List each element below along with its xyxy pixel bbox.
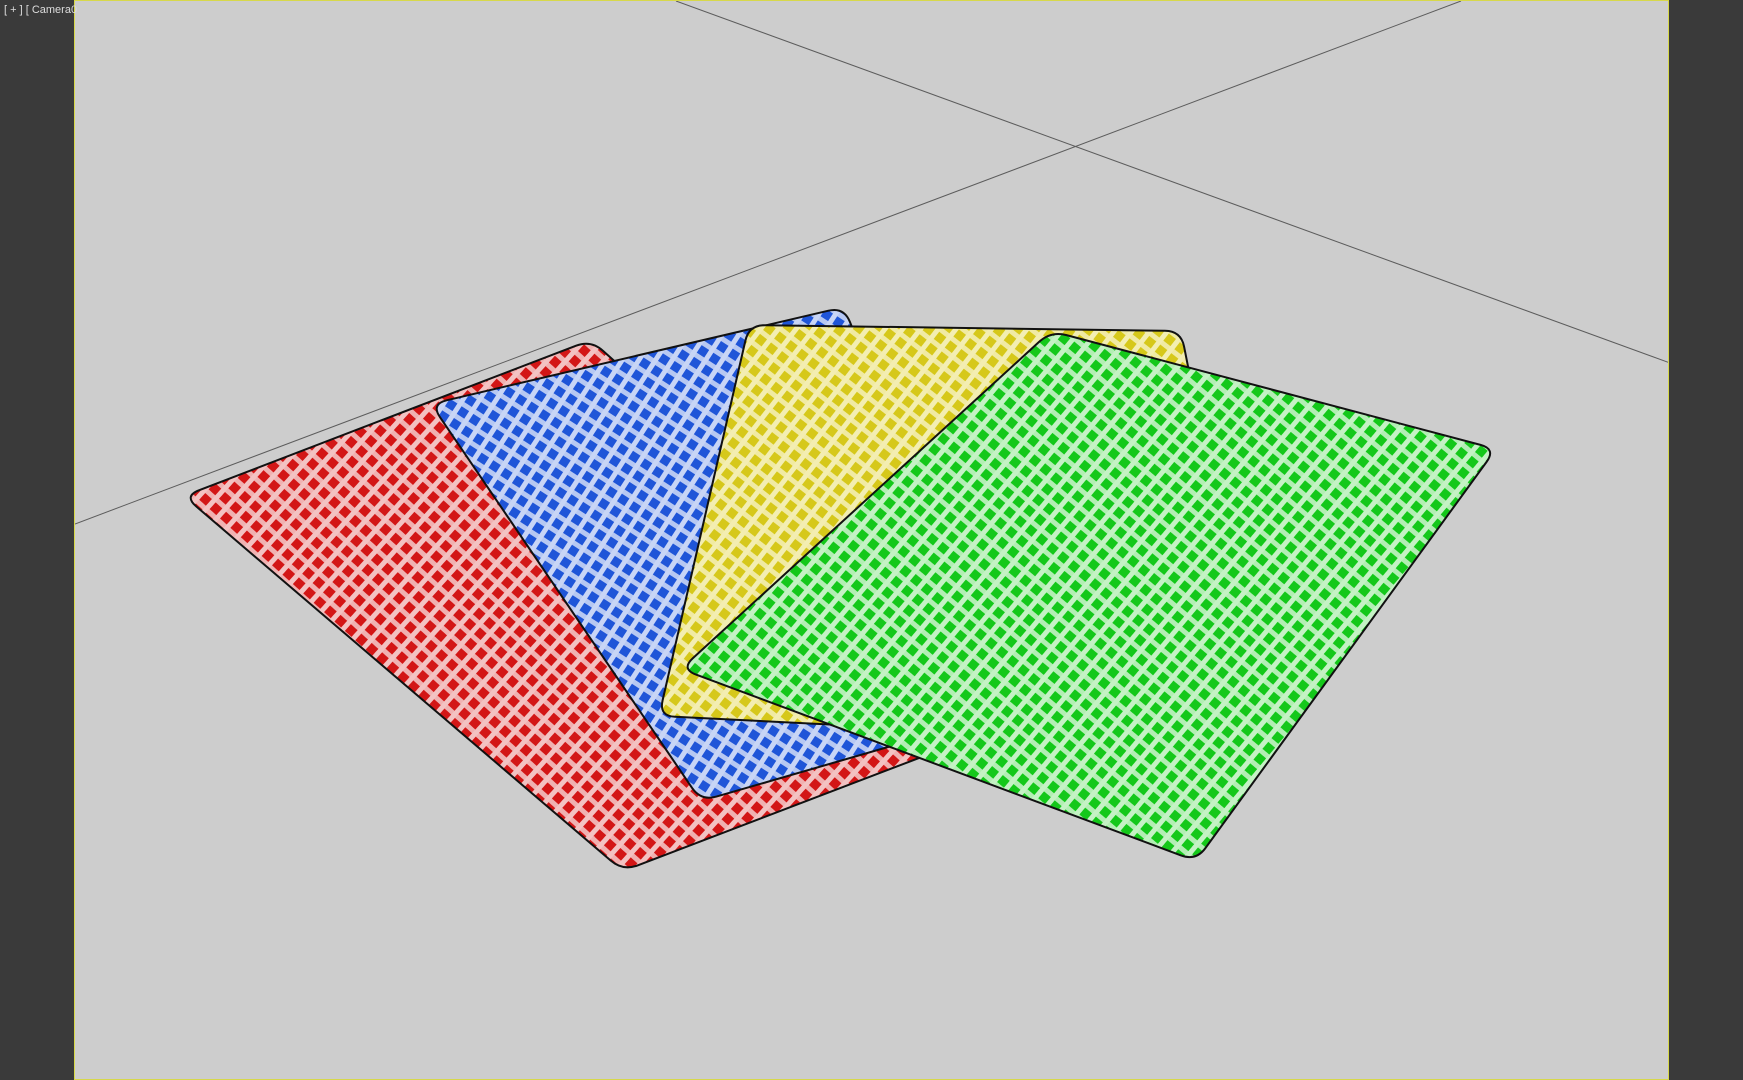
scene-canvas	[75, 1, 1668, 869]
viewport-menu-button[interactable]: [ + ]	[4, 4, 23, 16]
card-fan	[189, 309, 1492, 869]
grid-line-2	[675, 1, 1668, 363]
viewport-camera-label[interactable]: [ Camera0	[26, 4, 77, 16]
camera-viewport[interactable]	[74, 0, 1669, 1080]
viewport-label[interactable]: [ + ] [ Camera0	[4, 2, 77, 18]
